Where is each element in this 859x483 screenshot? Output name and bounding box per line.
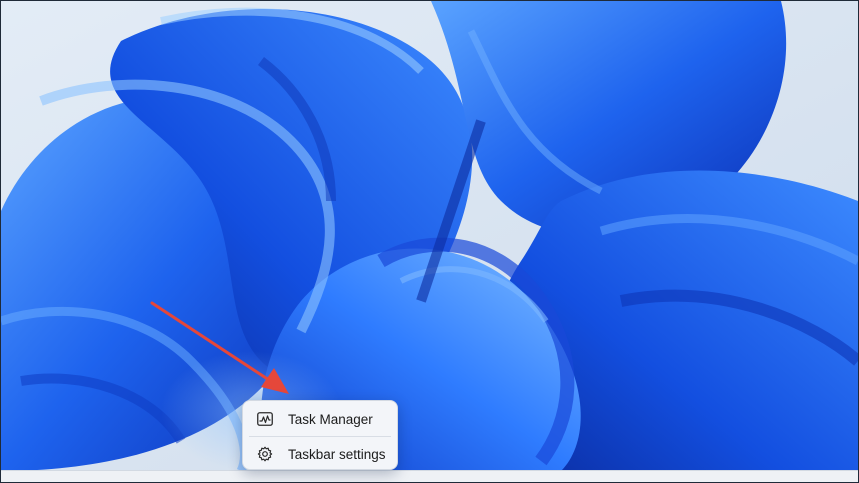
menu-separator xyxy=(249,436,391,437)
task-manager-icon xyxy=(256,410,274,428)
taskbar-context-menu: Task Manager Taskbar settings xyxy=(242,400,398,470)
screen-frame: Task Manager Taskbar settings xyxy=(0,0,859,483)
menu-item-task-manager[interactable]: Task Manager xyxy=(247,403,393,435)
menu-item-taskbar-settings[interactable]: Taskbar settings xyxy=(247,438,393,470)
desktop-wallpaper xyxy=(1,1,858,471)
menu-item-label: Task Manager xyxy=(288,411,373,427)
taskbar[interactable] xyxy=(1,470,858,482)
gear-icon xyxy=(256,445,274,463)
menu-item-label: Taskbar settings xyxy=(288,446,386,462)
